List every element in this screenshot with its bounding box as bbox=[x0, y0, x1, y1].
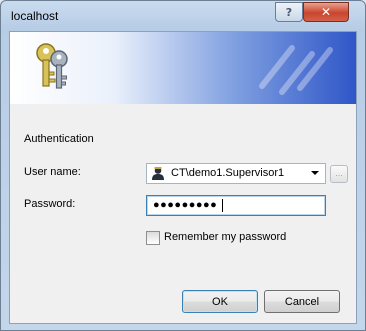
dropdown-arrow-icon[interactable] bbox=[311, 171, 319, 175]
cancel-button[interactable]: Cancel bbox=[264, 290, 340, 313]
close-button[interactable]: ✕ bbox=[303, 2, 349, 22]
title-bar[interactable]: localhost ? ✕ bbox=[1, 1, 365, 31]
password-field[interactable]: ●●●●●●●●● bbox=[146, 195, 326, 216]
ok-button[interactable]: OK bbox=[182, 290, 258, 313]
header-banner bbox=[10, 32, 356, 104]
remember-password-label[interactable]: Remember my password bbox=[164, 231, 286, 243]
text-caret bbox=[222, 199, 223, 212]
keys-icon bbox=[36, 43, 68, 89]
login-dialog: localhost ? ✕ Authentication User name: … bbox=[0, 0, 366, 331]
username-combobox[interactable]: CT\demo1.Supervisor1 bbox=[146, 163, 326, 184]
username-label: User name: bbox=[24, 166, 81, 178]
password-masked-value: ●●●●●●●●● bbox=[153, 199, 218, 211]
browse-users-button[interactable]: ... bbox=[330, 165, 348, 183]
user-icon bbox=[152, 167, 164, 180]
dialog-body: Authentication User name: CT\demo1.Super… bbox=[9, 31, 357, 324]
help-button[interactable]: ? bbox=[275, 2, 303, 22]
cti-logo-icon bbox=[259, 45, 333, 95]
remember-password-checkbox[interactable] bbox=[146, 231, 160, 245]
authentication-heading: Authentication bbox=[24, 133, 94, 145]
password-label: Password: bbox=[24, 198, 76, 210]
username-value: CT\demo1.Supervisor1 bbox=[171, 167, 285, 179]
window-title: localhost bbox=[11, 9, 59, 23]
